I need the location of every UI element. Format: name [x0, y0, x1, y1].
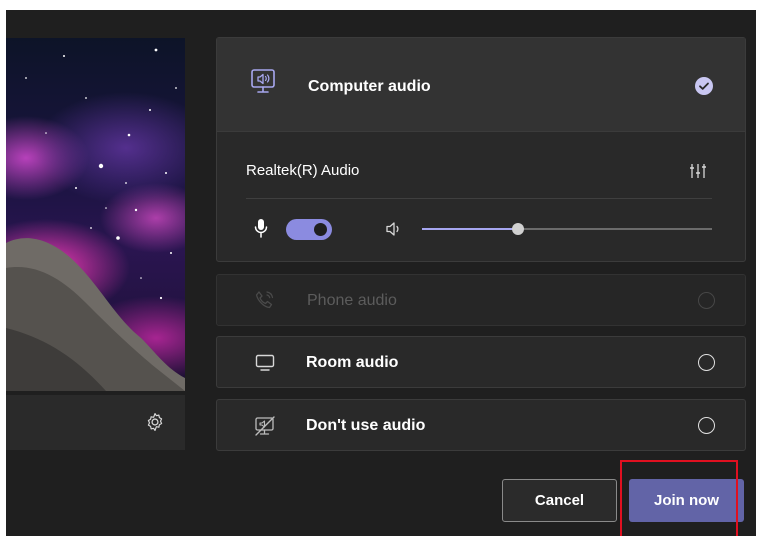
microphone-icon: [254, 219, 268, 238]
room-audio-label: Room audio: [306, 354, 399, 371]
phone-audio-option: Phone audio: [216, 274, 746, 326]
video-controls-bar: [6, 395, 185, 450]
volume-slider-fill: [422, 228, 518, 230]
computer-audio-icon: [251, 69, 275, 93]
volume-slider-thumb[interactable]: [511, 223, 524, 235]
join-now-button[interactable]: Join now: [629, 479, 744, 522]
computer-audio-option[interactable]: Computer audio: [217, 38, 745, 132]
device-divider: [246, 198, 712, 199]
computer-audio-label: Computer audio: [308, 78, 431, 95]
top-edge-strip: ​: [0, 0, 764, 10]
computer-audio-card: Computer audio Realtek(R) Audio: [216, 37, 746, 262]
selected-check-icon: [695, 77, 713, 95]
phone-audio-radio: [698, 292, 715, 309]
cancel-button[interactable]: Cancel: [502, 479, 617, 522]
no-audio-radio[interactable]: [698, 417, 715, 434]
no-audio-icon: [255, 416, 275, 436]
gear-icon[interactable]: [144, 411, 166, 433]
galaxy-background-image: [6, 48, 185, 391]
speaker-volume-slider[interactable]: [422, 223, 712, 235]
equalizer-icon[interactable]: [689, 162, 707, 180]
phone-audio-label: Phone audio: [307, 292, 397, 309]
audio-device-name: Realtek(R) Audio: [246, 162, 360, 179]
room-audio-option[interactable]: Room audio: [216, 336, 746, 388]
room-display-icon: [255, 354, 275, 371]
video-preview: [6, 38, 185, 391]
no-audio-label: Don't use audio: [306, 417, 426, 434]
room-audio-radio[interactable]: [698, 354, 715, 371]
no-audio-option[interactable]: Don't use audio: [216, 399, 746, 451]
right-edge-strip: [756, 0, 764, 536]
toggle-knob: [314, 223, 327, 236]
speaker-icon: [386, 222, 399, 236]
phone-icon: [255, 291, 274, 309]
microphone-toggle[interactable]: [286, 219, 332, 240]
